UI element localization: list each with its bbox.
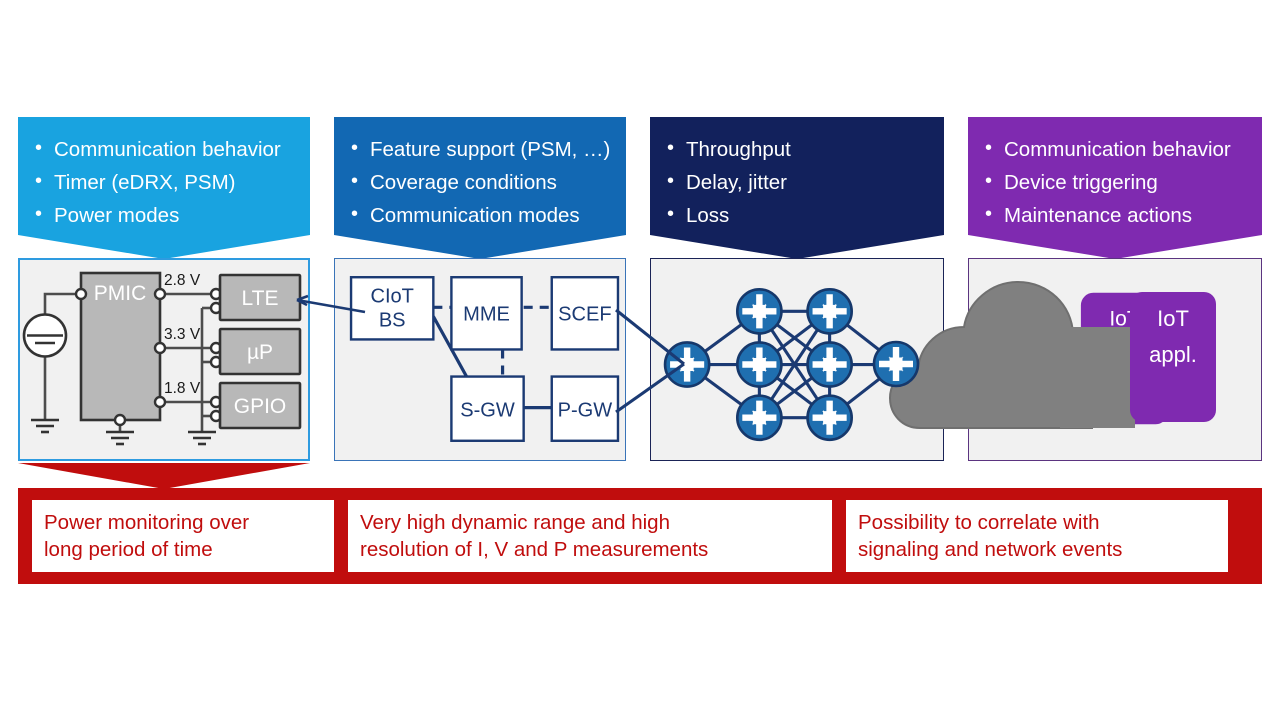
conclusions-banner: Power monitoring over long period of tim… — [18, 488, 1262, 584]
banner-radio-access-body: Feature support (PSM, …) Coverage condit… — [334, 117, 626, 235]
pin-pmic-vin — [74, 287, 88, 301]
banner-application-item-3: Maintenance actions — [982, 198, 1248, 232]
ground-icon-loads — [188, 430, 216, 446]
block-microprocessor-label: µP — [247, 341, 273, 364]
banner-radio-access-item-2: Coverage conditions — [348, 165, 612, 199]
banner-transport-item-2: Delay, jitter — [664, 165, 930, 199]
conclusion-card-2-line-1: Very high dynamic range and high — [360, 511, 670, 534]
node-p-gw-label: P-GW — [558, 400, 613, 422]
router-icon-ingress — [663, 341, 711, 388]
router-group — [663, 287, 853, 442]
banner-radio-access-item-1: Feature support (PSM, …) — [348, 132, 612, 166]
banner-device-list: Communication behavior Timer (eDRX, PSM)… — [32, 132, 296, 232]
node-s-gw-label: S-GW — [460, 400, 515, 422]
banner-transport-item-1: Throughput — [664, 132, 930, 166]
banner-transport: Throughput Delay, jitter Loss — [650, 117, 944, 259]
banner-application-body: Communication behavior Device triggering… — [968, 117, 1262, 235]
banner-transport-item-3: Loss — [664, 198, 930, 232]
conclusion-card-1-line-1: Power monitoring over — [44, 511, 250, 534]
rail-label-3: 1.8 V — [164, 380, 201, 397]
block-lte-label: LTE — [242, 287, 279, 310]
pin-pmic-rail-1 — [153, 287, 167, 301]
block-iot-application-label-1: IoT — [1109, 307, 1140, 330]
pin-pmic-rail-3 — [153, 395, 167, 409]
rail-label-2: 3.3 V — [164, 326, 201, 343]
cloud-application-svg: IoT appl. — [1080, 292, 1169, 425]
node-scef-label: SCEF — [558, 303, 611, 325]
banner-application-list: Communication behavior Device triggering… — [982, 132, 1248, 232]
banner-device-item-1: Communication behavior — [32, 132, 296, 166]
banner-device: Communication behavior Timer (eDRX, PSM)… — [18, 117, 310, 259]
banner-transport-list: Throughput Delay, jitter Loss — [664, 132, 930, 232]
battery-icon — [22, 313, 68, 358]
cloud-icon-left-part — [864, 279, 952, 435]
router-icon-core-2 — [735, 341, 783, 388]
device-circuit-svg: PMIC 2.8 V 3.3 V 1.8 V LTE µP GPIO — [22, 271, 302, 446]
router-icon-core-1 — [735, 287, 783, 335]
panel-cloud-application: IoT appl. — [968, 258, 1262, 461]
rail-label-1: 2.8 V — [164, 272, 201, 289]
banner-device-body: Communication behavior Timer (eDRX, PSM)… — [18, 117, 310, 235]
banner-transport-body: Throughput Delay, jitter Loss — [650, 117, 944, 235]
panel-core-network: CIoT BS MME SCEF S-GW P-GW — [334, 258, 626, 461]
pin-pmic-rail-2 — [153, 341, 167, 355]
node-ciot-bs-label-2: BS — [379, 309, 406, 331]
core-network-svg: CIoT BS MME SCEF S-GW P-GW — [349, 276, 620, 442]
conclusion-card-2-line-2: resolution of I, V and P measurements — [360, 538, 709, 561]
router-icon-core-6 — [806, 394, 853, 442]
conclusions-notch — [18, 463, 310, 489]
router-icon-core-5 — [806, 341, 853, 388]
node-mme-label: MME — [463, 303, 510, 325]
ip-network-svg — [663, 287, 899, 442]
conclusion-card-3-line-2: signaling and network events — [858, 538, 1123, 561]
panel-device-circuit: PMIC 2.8 V 3.3 V 1.8 V LTE µP GPIO — [18, 258, 310, 461]
panel-ip-network — [650, 258, 944, 461]
banner-radio-access: Feature support (PSM, …) Coverage condit… — [334, 117, 626, 259]
conclusion-card-2: Very high dynamic range and high resolut… — [348, 500, 832, 572]
diagram-canvas: Communication behavior Timer (eDRX, PSM)… — [0, 0, 1280, 720]
conclusion-card-3: Possibility to correlate with signaling … — [846, 500, 1228, 572]
banner-application-item-1: Communication behavior — [982, 132, 1248, 166]
conclusion-card-1: Power monitoring over long period of tim… — [32, 500, 334, 572]
block-iot-application-label-2: appl. — [1102, 344, 1148, 367]
banner-device-item-2: Timer (eDRX, PSM) — [32, 165, 296, 199]
conclusion-card-1-line-2: long period of time — [44, 538, 213, 561]
ground-icon-battery — [31, 418, 59, 434]
banner-radio-access-list: Feature support (PSM, …) Coverage condit… — [348, 132, 612, 232]
conclusion-card-3-line-1: Possibility to correlate with — [858, 511, 1100, 534]
banner-application: Communication behavior Device triggering… — [968, 117, 1262, 259]
node-ciot-bs-label-1: CIoT — [370, 285, 413, 307]
block-gpio-label: GPIO — [234, 395, 287, 418]
pin-pmic-gnd — [113, 413, 127, 427]
banner-application-item-2: Device triggering — [982, 165, 1248, 199]
block-pmic-label: PMIC — [94, 282, 147, 305]
router-icon-core-3 — [735, 394, 783, 442]
ground-icon-pmic — [106, 430, 134, 446]
banner-device-item-3: Power modes — [32, 198, 296, 232]
banner-radio-access-item-3: Communication modes — [348, 198, 612, 232]
router-icon-core-4 — [806, 287, 853, 335]
